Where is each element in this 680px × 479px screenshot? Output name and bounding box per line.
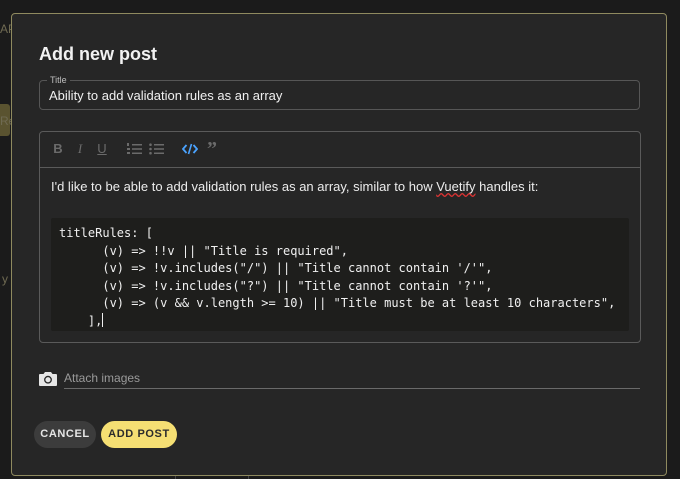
underline-icon[interactable]: U <box>94 140 110 158</box>
quote-icon[interactable]: ” <box>204 139 220 159</box>
attach-images-input[interactable]: Attach images <box>64 369 640 389</box>
attach-images-row[interactable]: Attach images <box>39 369 641 389</box>
editor-content[interactable]: I'd like to be able to add validation ru… <box>40 168 640 342</box>
title-input[interactable]: Ability to add validation rules as an ar… <box>49 88 282 103</box>
bold-icon[interactable]: B <box>50 140 66 158</box>
text-caret <box>102 312 104 327</box>
italic-icon[interactable]: I <box>72 140 88 158</box>
camera-icon[interactable] <box>39 371 57 386</box>
cancel-button[interactable]: CANCEL <box>34 421 96 448</box>
misspelled-word: Vuetify <box>436 179 476 194</box>
code-line: titleRules: [ <box>59 226 153 240</box>
code-line-last: ], <box>59 312 104 328</box>
code-line: (v) => (v && v.length >= 10) || "Title m… <box>59 296 616 311</box>
ordered-list-icon[interactable] <box>126 140 142 158</box>
add-post-button[interactable]: ADD POST <box>101 421 177 448</box>
code-line: (v) => !v.includes("?") || "Title cannot… <box>59 278 493 293</box>
editor-paragraph: I'd like to be able to add validation ru… <box>51 179 539 194</box>
title-field-label: Title <box>47 74 70 86</box>
code-line: (v) => !v.includes("/") || "Title cannot… <box>59 261 493 276</box>
rich-text-editor[interactable]: B I U ” I'd like to be able to add valid… <box>39 131 641 343</box>
code-line: (v) => !!v || "Title is required", <box>59 243 348 258</box>
code-icon[interactable] <box>182 140 198 158</box>
editor-toolbar: B I U ” <box>40 132 640 168</box>
dialog-title: Add new post <box>39 44 157 64</box>
background-side-fragment: y <box>2 272 8 286</box>
add-post-dialog: Add new post Title Ability to add valida… <box>11 13 667 476</box>
title-field[interactable]: Title Ability to add validation rules as… <box>39 74 640 110</box>
bullet-list-icon[interactable] <box>148 140 164 158</box>
attach-images-label: Attach images <box>64 371 141 385</box>
code-block[interactable]: titleRules: [ (v) => !!v || "Title is re… <box>51 218 629 331</box>
